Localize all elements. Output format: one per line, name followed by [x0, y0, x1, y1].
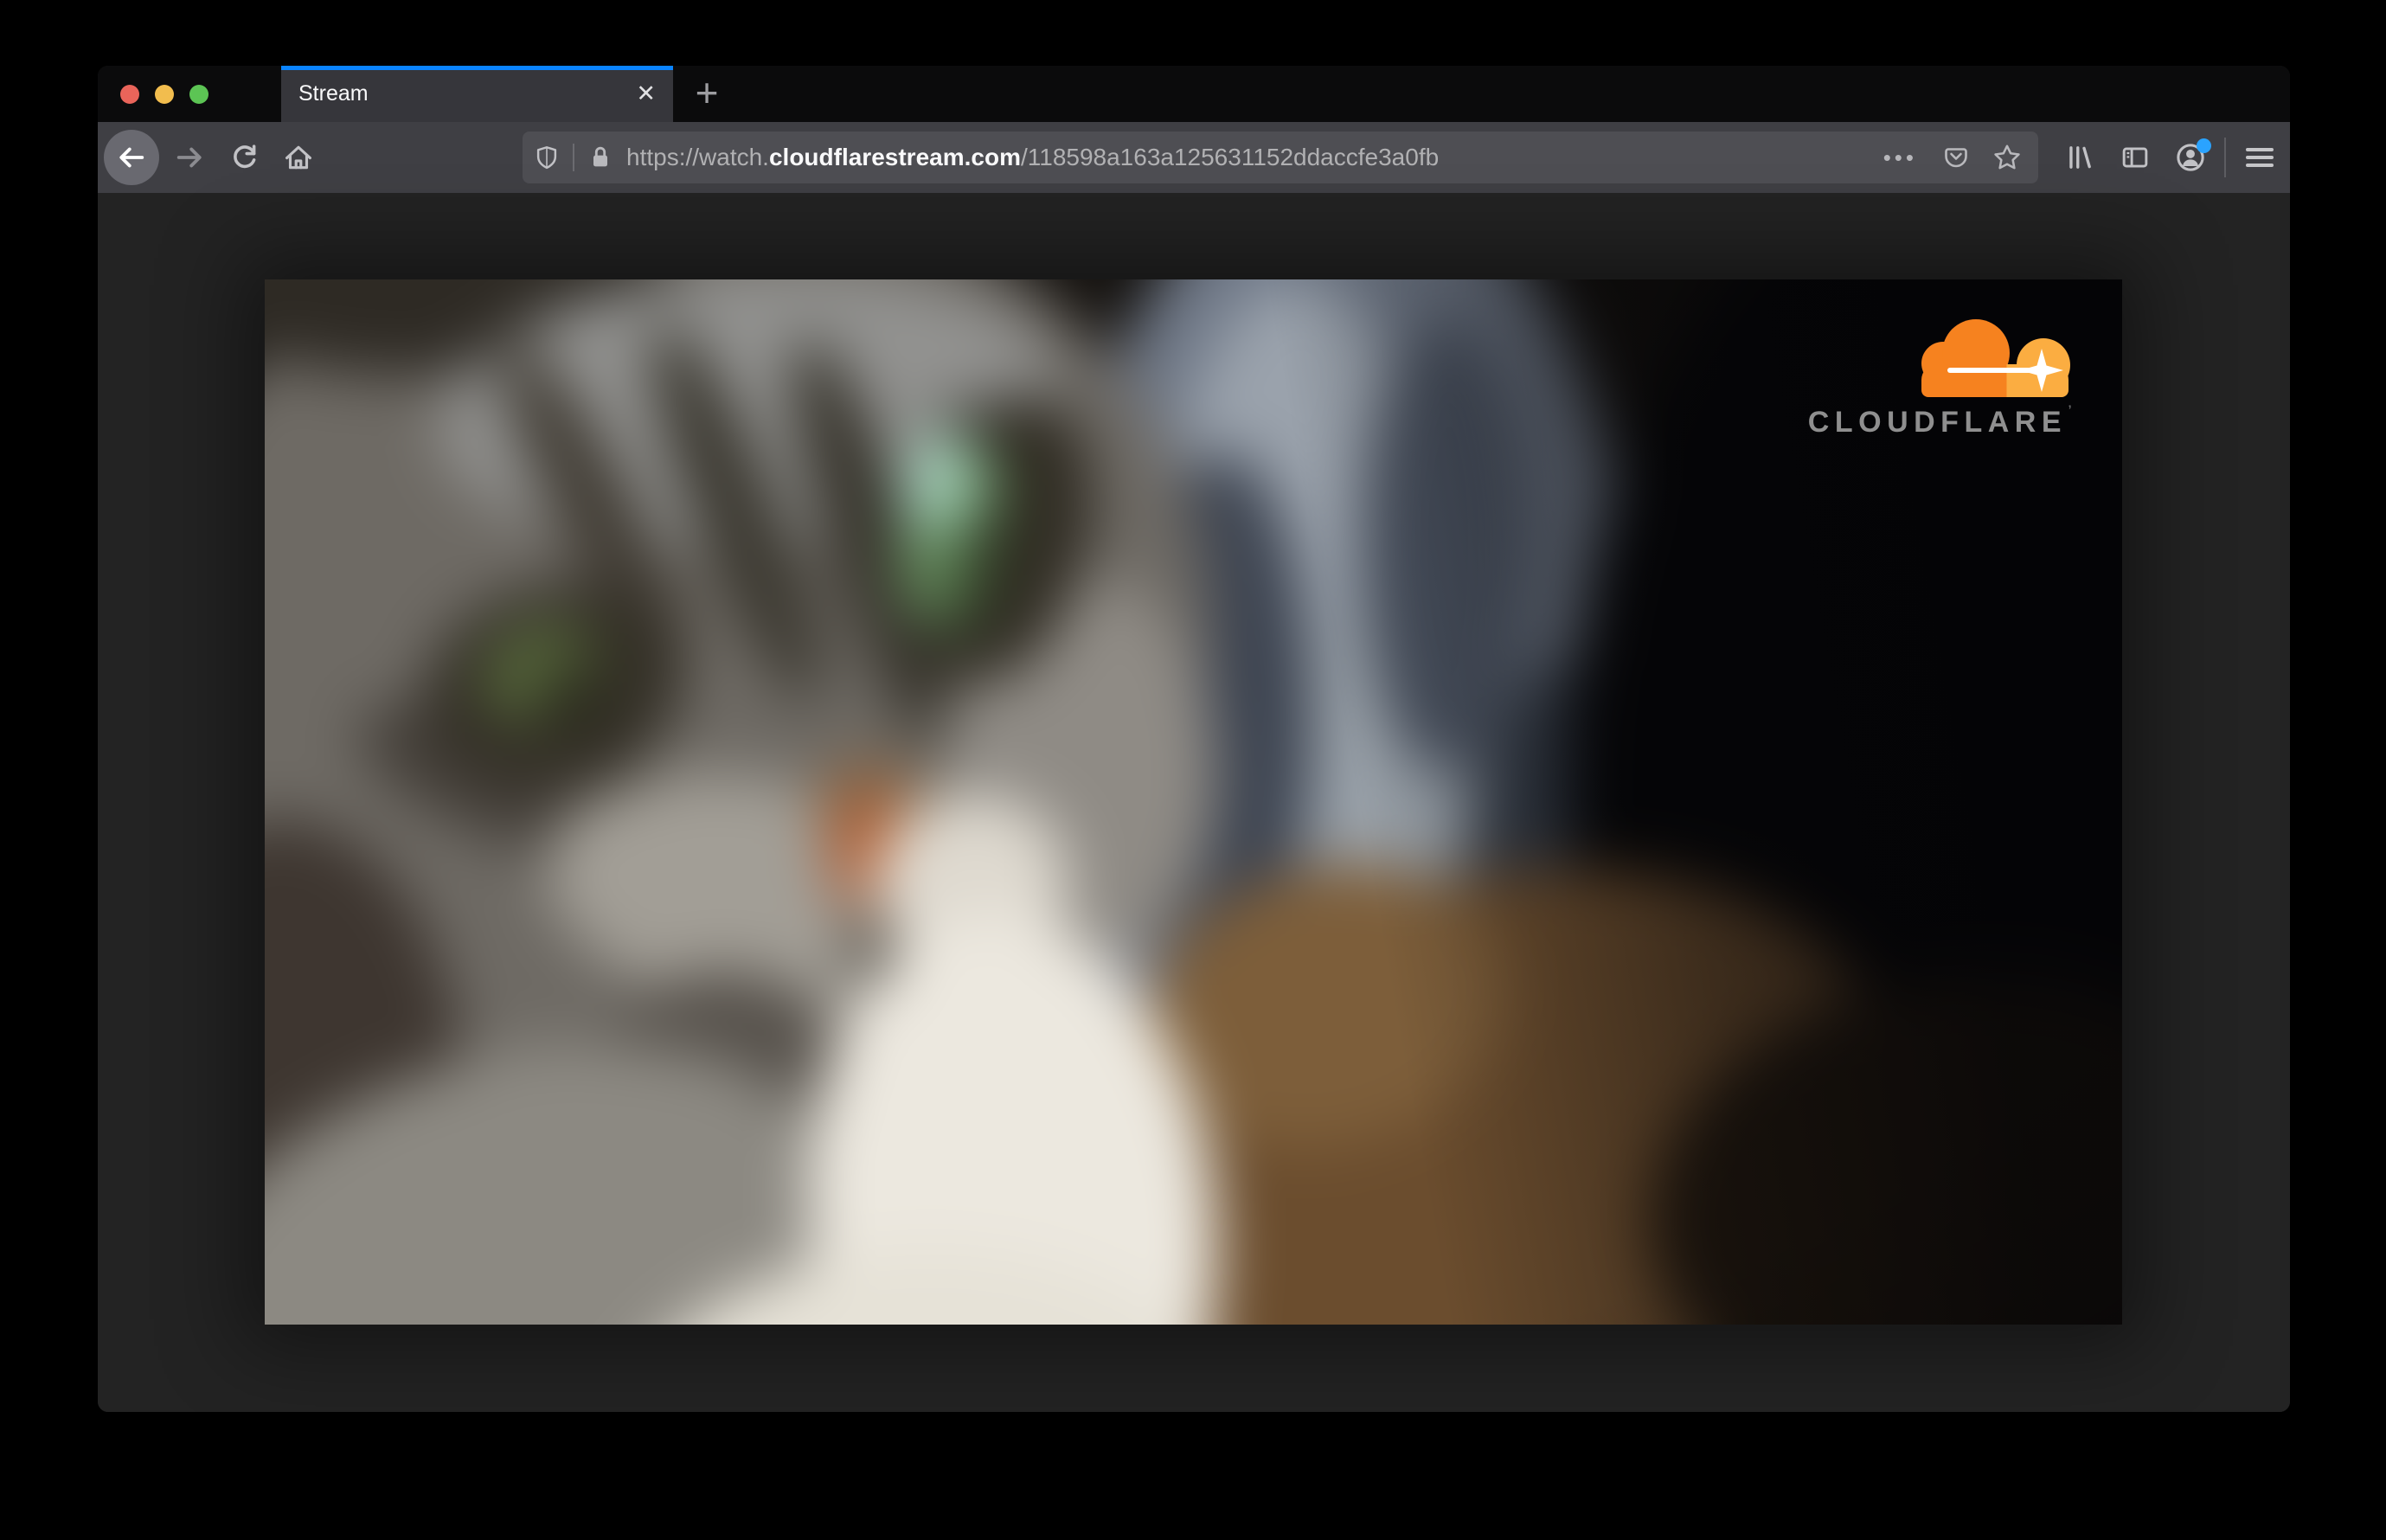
navigation-toolbar: https://watch.cloudflarestream.com/11859… — [98, 122, 2290, 193]
titlebar[interactable]: Stream ✕ + — [98, 66, 2290, 122]
toolbar-separator — [2224, 138, 2226, 177]
reload-icon — [228, 141, 261, 174]
home-button[interactable] — [281, 140, 316, 175]
tracking-protection-shield-icon[interactable] — [533, 144, 561, 171]
pocket-save-icon[interactable] — [1941, 143, 1971, 172]
reload-button[interactable] — [228, 140, 262, 175]
back-button[interactable] — [104, 130, 159, 185]
browser-window: Stream ✕ + https://watch.cloudflarestrea… — [98, 66, 2290, 1412]
url-text: https://watch.cloudflarestream.com/11859… — [626, 144, 1439, 171]
cloudflare-wordmark: CLOUDFLARE ’ — [1807, 402, 2077, 439]
minimize-window-button[interactable] — [155, 85, 174, 104]
menu-button[interactable] — [2238, 136, 2281, 179]
tab-title: Stream — [298, 81, 369, 106]
address-bar[interactable]: https://watch.cloudflarestream.com/11859… — [523, 132, 2038, 183]
tab-stream[interactable]: Stream ✕ — [281, 66, 673, 122]
toolbar-right-icons — [2046, 122, 2281, 193]
trademark-mark: ’ — [2068, 402, 2077, 416]
sidebar-toggle-button[interactable] — [2113, 136, 2157, 179]
account-notification-badge — [2197, 138, 2211, 153]
page-content: CLOUDFLARE ’ — [98, 193, 2290, 1412]
sidebar-icon — [2119, 141, 2152, 174]
tab-close-icon[interactable]: ✕ — [636, 66, 656, 122]
page-actions-icon[interactable]: ••• — [1883, 144, 1917, 171]
bookmark-star-icon[interactable] — [1992, 142, 2023, 173]
cloudflare-logo: CLOUDFLARE ’ — [1786, 319, 2072, 440]
urlbar-divider — [573, 144, 574, 171]
url-path: /118598a163a125631152ddaccfe3a0fb — [1020, 144, 1440, 170]
back-arrow-icon — [115, 141, 148, 174]
new-tab-button[interactable]: + — [679, 66, 734, 122]
library-button[interactable] — [2058, 136, 2101, 179]
url-scheme: https://watch. — [626, 144, 769, 170]
video-player[interactable]: CLOUDFLARE ’ — [265, 279, 2122, 1325]
library-icon — [2063, 141, 2096, 174]
traffic-lights — [120, 85, 208, 104]
url-domain: cloudflarestream.com — [768, 144, 1021, 170]
forward-button[interactable] — [172, 140, 207, 175]
zoom-window-button[interactable] — [189, 85, 208, 104]
hamburger-menu-icon — [2246, 144, 2274, 171]
close-window-button[interactable] — [120, 85, 139, 104]
cloudflare-cloud-icon — [1921, 319, 2070, 397]
forward-arrow-icon — [173, 141, 206, 174]
account-button[interactable] — [2169, 136, 2212, 179]
lock-icon[interactable] — [587, 144, 614, 171]
active-tab-accent — [281, 66, 673, 70]
home-icon — [282, 141, 315, 174]
